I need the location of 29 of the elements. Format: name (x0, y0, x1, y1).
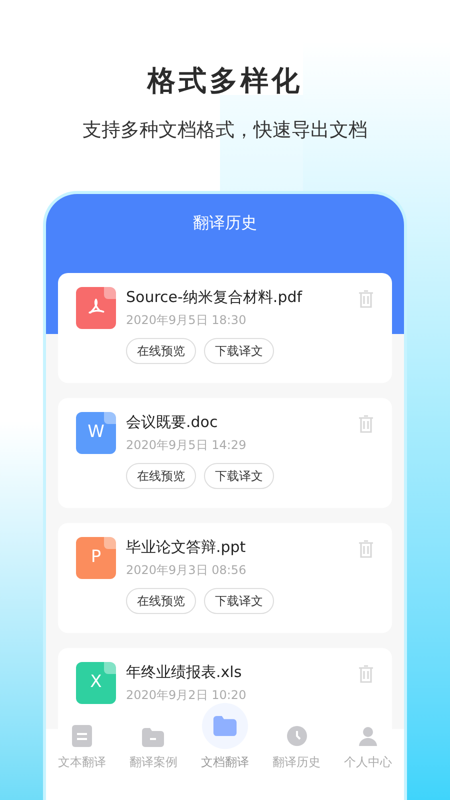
file-name: 会议既要.doc (126, 412, 219, 432)
file-name: 年终业绩报表.xls (126, 662, 243, 682)
user-icon (357, 724, 380, 746)
action-button[interactable]: 下载译文 (204, 338, 274, 364)
file-name: 毕业论文答辩.ppt (126, 536, 247, 556)
file-icon: P (76, 536, 116, 578)
action-button[interactable]: 在线预览 (126, 338, 196, 364)
trash-icon[interactable] (358, 540, 374, 558)
folder-icon (212, 716, 237, 736)
action-button[interactable]: 在线预览 (126, 462, 196, 488)
file-time: 2020年9月2日 10:20 (126, 686, 248, 704)
action-button[interactable]: 下载译文 (204, 462, 274, 488)
file-name: Source-纳米复合材料.pdf (126, 286, 304, 306)
file-icon: W (76, 412, 116, 454)
file-time: 2020年9月5日 14:29 (126, 436, 248, 454)
headline: 格式多样化 (148, 63, 302, 99)
folder-icon (142, 728, 164, 746)
file-time: 2020年9月3日 08:56 (126, 562, 248, 578)
file-time: 2020年9月5日 18:30 (126, 312, 248, 328)
trash-icon[interactable] (358, 290, 374, 308)
file-icon: X (76, 662, 116, 704)
screen-title: 翻译历史 (193, 212, 257, 234)
clock-icon (286, 724, 308, 746)
action-button[interactable]: 在线预览 (126, 588, 196, 614)
action-button[interactable]: 下载译文 (204, 588, 274, 614)
subtitle: 支持多种文档格式，快速导出文档 (82, 118, 368, 143)
trash-icon[interactable] (358, 414, 374, 432)
document-icon (72, 724, 92, 746)
trash-icon[interactable] (358, 664, 374, 682)
